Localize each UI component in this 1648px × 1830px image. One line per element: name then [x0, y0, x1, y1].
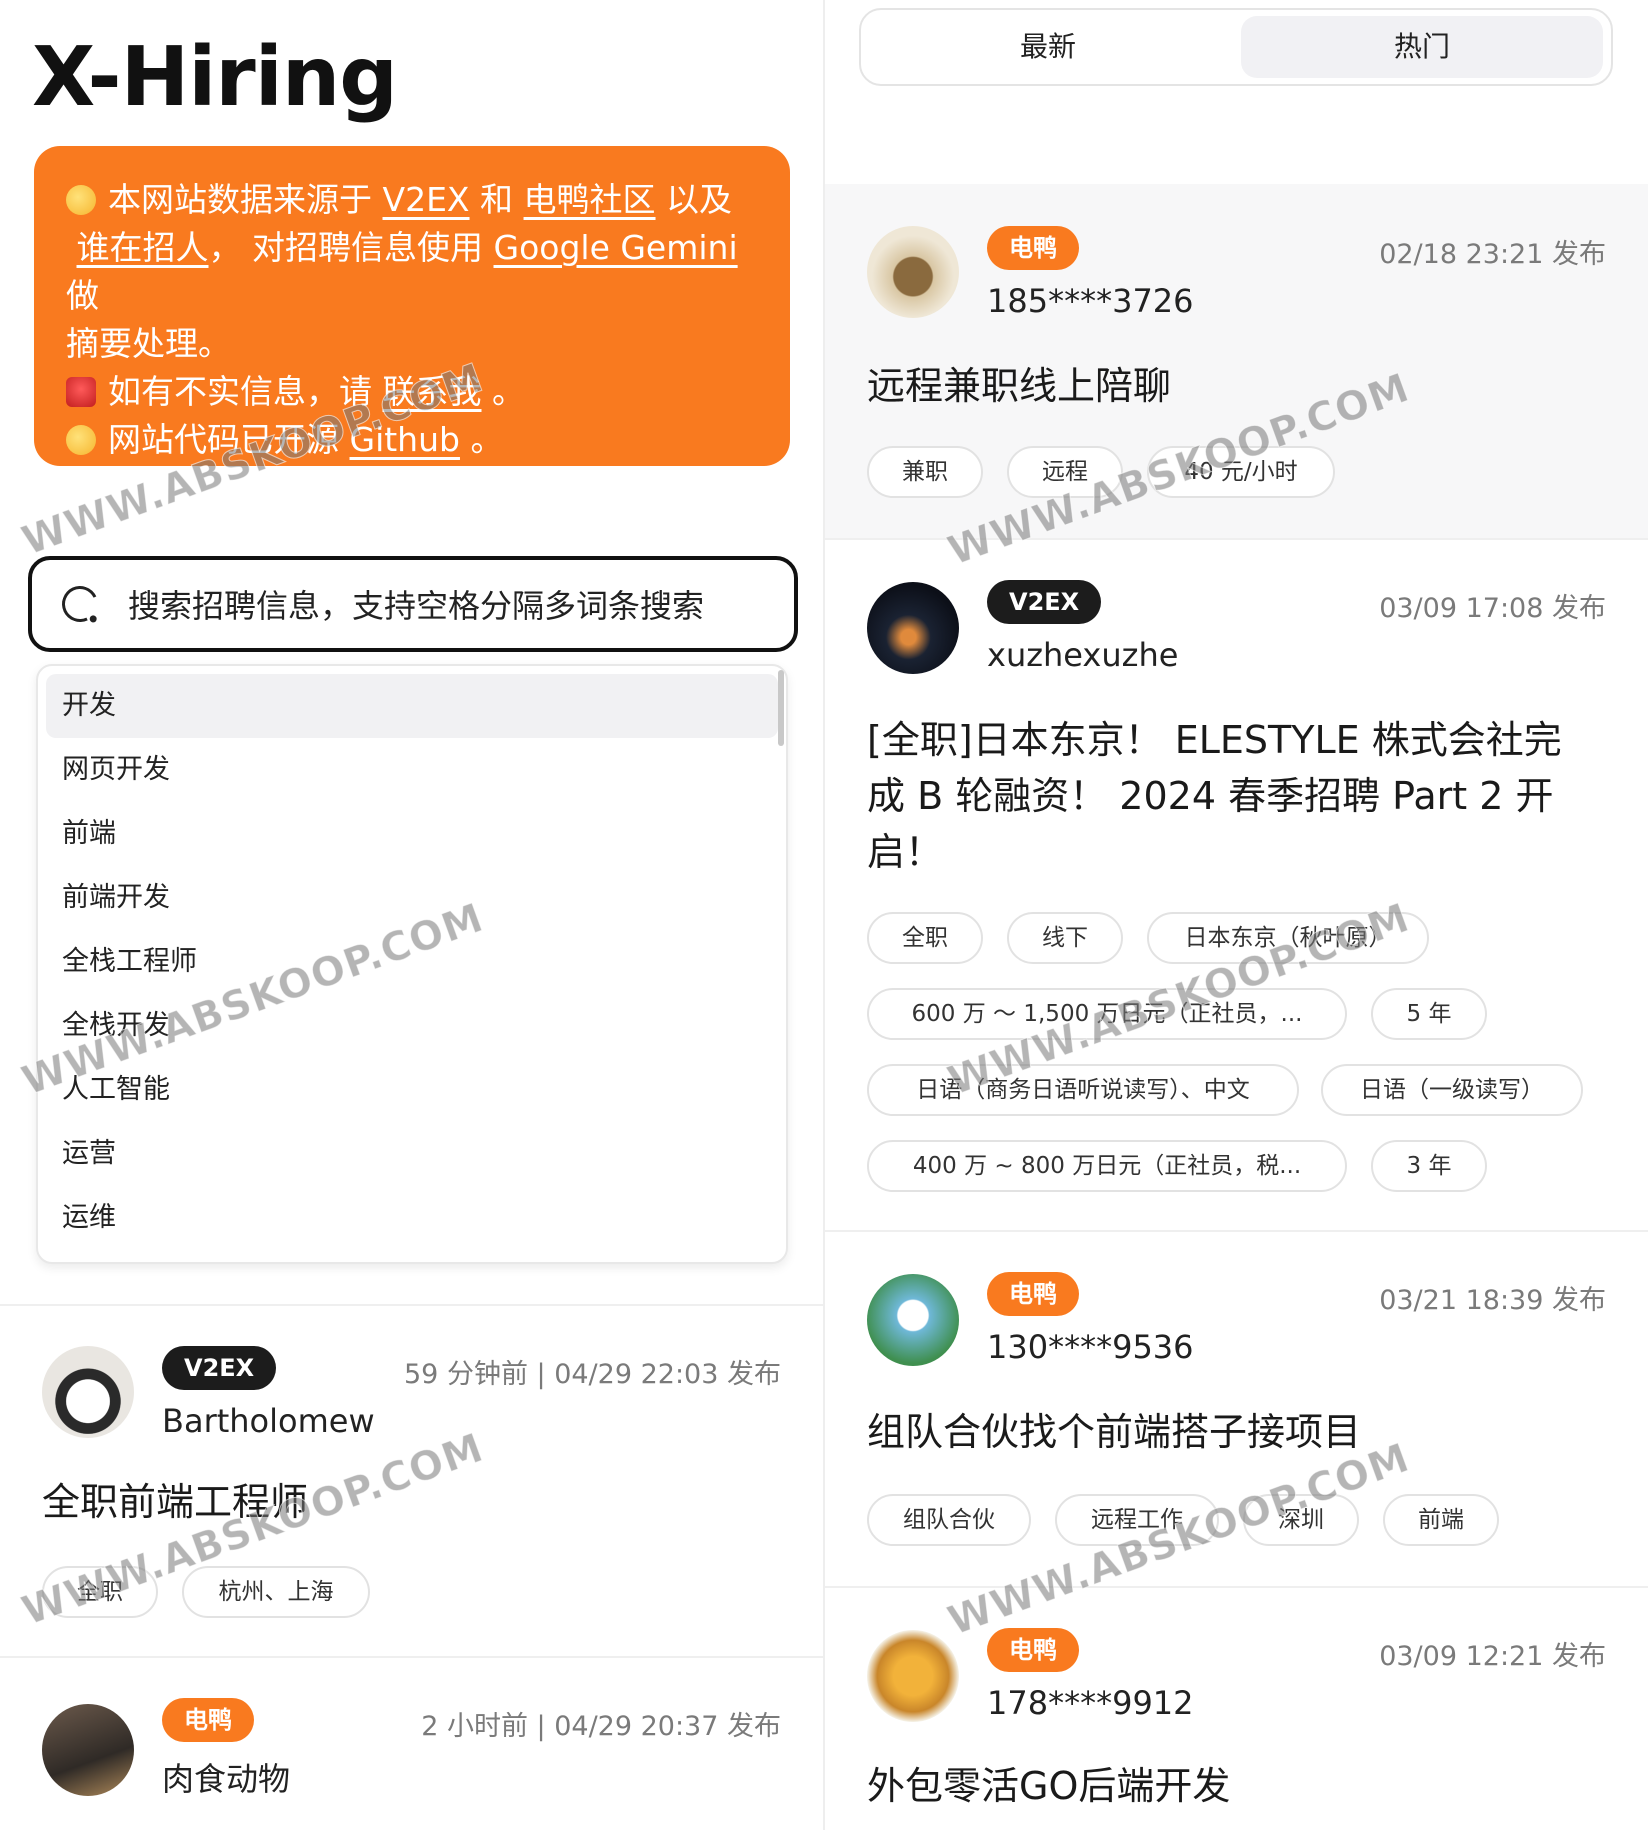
tag[interactable]: 杭州、上海: [182, 1566, 370, 1618]
tag[interactable]: 日语（一级读写）: [1321, 1064, 1583, 1116]
v2ex-link[interactable]: V2EX: [383, 180, 470, 219]
dropdown-scrollbar[interactable]: [778, 670, 784, 746]
tab-latest[interactable]: 最新: [867, 16, 1229, 78]
source-badge: 电鸭: [987, 226, 1079, 270]
author-name[interactable]: 肉食动物: [162, 1754, 290, 1800]
tag[interactable]: 40 元/小时: [1147, 446, 1335, 498]
author-name[interactable]: 178****9912: [987, 1684, 1194, 1722]
hugging-face-icon: [66, 425, 96, 455]
source-badge: V2EX: [162, 1346, 277, 1390]
tag[interactable]: 兼职: [867, 446, 983, 498]
google-gemini-link[interactable]: Google Gemini: [494, 228, 738, 267]
post-time: 03/09 17:08 发布: [1379, 593, 1606, 624]
notice-banner: 本网站数据来源于 V2EX 和 电鸭社区 以及 谁在招人， 对招聘信息使用 Go…: [34, 146, 790, 466]
post-title[interactable]: [全职]日本东京！ ELESTYLE 株式会社完 成 B 轮融资！ 2024 春…: [867, 712, 1562, 880]
post-card[interactable]: 电鸭 130****9536 03/21 18:39 发布 组队合伙找个前端搭子…: [825, 1232, 1648, 1588]
author-name[interactable]: 130****9536: [987, 1328, 1194, 1366]
contact-me-link[interactable]: 联系我: [383, 372, 482, 411]
smiling-face-icon: [66, 185, 96, 215]
post-time: 03/21 18:39 发布: [1379, 1285, 1606, 1316]
source-badge: V2EX: [987, 580, 1102, 624]
avatar[interactable]: [867, 226, 959, 318]
post-title[interactable]: 外包零活GO后端开发: [867, 1758, 1230, 1814]
tag[interactable]: 5 年: [1371, 988, 1487, 1040]
avatar[interactable]: [867, 582, 959, 674]
tag[interactable]: 远程: [1007, 446, 1123, 498]
tab-hot[interactable]: 热门: [1241, 16, 1603, 78]
post-time: 59 分钟前 | 04/29 22:03 发布: [404, 1359, 781, 1390]
post-time: 2 小时前 | 04/29 20:37 发布: [421, 1711, 781, 1742]
tag[interactable]: 日语（商务日语听说读写）、中文: [867, 1064, 1299, 1116]
search-input[interactable]: 搜索招聘信息，支持空格分隔多词条搜索: [28, 556, 798, 652]
suggestion-item[interactable]: 全栈开发: [46, 994, 778, 1058]
post-card[interactable]: 电鸭 肉食动物 2 小时前 | 04/29 20:37 发布: [0, 1658, 823, 1830]
suggestion-item[interactable]: 网页开发: [46, 738, 778, 802]
search-placeholder: 搜索招聘信息，支持空格分隔多词条搜索: [128, 587, 705, 625]
post-card[interactable]: 电鸭 178****9912 03/09 12:21 发布 外包零活GO后端开发: [825, 1588, 1648, 1830]
author-name[interactable]: Bartholomew: [162, 1402, 375, 1440]
post-title[interactable]: 组队合伙找个前端搭子接项目: [867, 1404, 1361, 1460]
avatar[interactable]: [867, 1274, 959, 1366]
author-name[interactable]: 185****3726: [987, 282, 1194, 320]
who-is-hiring-link[interactable]: 谁在招人: [77, 228, 209, 267]
post-card[interactable]: V2EX Bartholomew 59 分钟前 | 04/29 22:03 发布…: [0, 1306, 823, 1658]
post-time: 03/09 12:21 发布: [1379, 1641, 1606, 1672]
avatar[interactable]: [42, 1346, 134, 1438]
tag[interactable]: 3 年: [1371, 1140, 1487, 1192]
post-title[interactable]: 远程兼职线上陪聊: [867, 358, 1171, 414]
source-badge: 电鸭: [162, 1698, 254, 1742]
suggestion-item[interactable]: 开发: [46, 674, 778, 738]
suggestion-item[interactable]: 运营: [46, 1122, 778, 1186]
tag[interactable]: 全职: [867, 912, 983, 964]
avatar[interactable]: [867, 1630, 959, 1722]
suggestion-item[interactable]: 运维: [46, 1186, 778, 1250]
dianya-link[interactable]: 电鸭社区: [524, 180, 656, 219]
tag[interactable]: 组队合伙: [867, 1494, 1031, 1546]
siren-icon: [66, 377, 96, 407]
left-column: X-Hiring 本网站数据来源于 V2EX 和 电鸭社区 以及 谁在招人， 对…: [0, 0, 823, 1830]
tag[interactable]: 600 万 ～ 1,500 万日元（正社员，...: [867, 988, 1347, 1040]
post-title[interactable]: 全职前端工程师: [42, 1474, 308, 1530]
github-link[interactable]: Github: [350, 420, 460, 459]
tag[interactable]: 深圳: [1243, 1494, 1359, 1546]
tag[interactable]: 线下: [1007, 912, 1123, 964]
search-icon: [56, 580, 104, 628]
tag[interactable]: 前端: [1383, 1494, 1499, 1546]
tag[interactable]: 远程工作: [1055, 1494, 1219, 1546]
post-card[interactable]: V2EX xuzhexuzhe 03/09 17:08 发布 [全职]日本东京！…: [825, 540, 1648, 1230]
tag[interactable]: 400 万 ~ 800 万日元（正社员，税...: [867, 1140, 1347, 1192]
avatar[interactable]: [42, 1704, 134, 1796]
sort-tabs: 最新 热门: [859, 8, 1613, 86]
search-suggestions-dropdown: 开发 网页开发 前端 前端开发 全栈工程师 全栈开发 人工智能 运营 运维: [36, 664, 788, 1264]
author-name[interactable]: xuzhexuzhe: [987, 636, 1178, 674]
app-title: X-Hiring: [32, 30, 398, 125]
suggestion-item[interactable]: 前端: [46, 802, 778, 866]
tag[interactable]: 日本东京（秋叶原）: [1147, 912, 1429, 964]
suggestion-item[interactable]: 全栈工程师: [46, 930, 778, 994]
post-time: 02/18 23:21 发布: [1379, 239, 1606, 270]
suggestion-item[interactable]: 人工智能: [46, 1058, 778, 1122]
source-badge: 电鸭: [987, 1272, 1079, 1316]
source-badge: 电鸭: [987, 1628, 1079, 1672]
tag[interactable]: 全职: [42, 1566, 158, 1618]
post-card[interactable]: 电鸭 185****3726 02/18 23:21 发布 远程兼职线上陪聊 兼…: [825, 184, 1648, 540]
suggestion-item[interactable]: 前端开发: [46, 866, 778, 930]
